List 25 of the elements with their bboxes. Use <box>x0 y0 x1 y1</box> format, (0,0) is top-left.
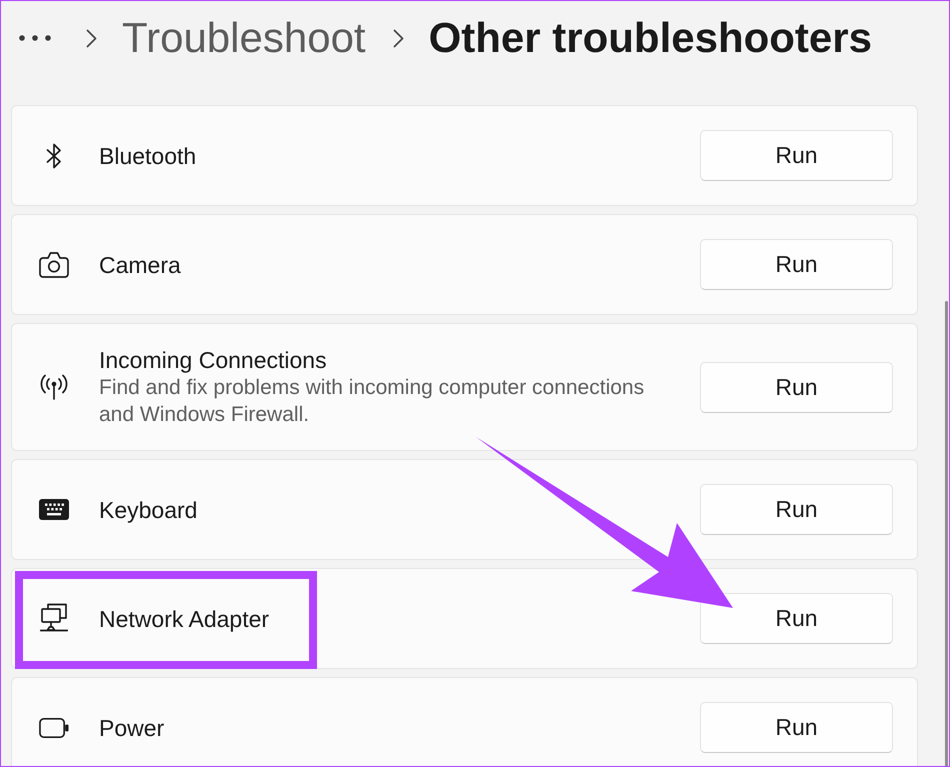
troubleshooter-title: Bluetooth <box>99 142 196 170</box>
run-button[interactable]: Run <box>700 239 893 290</box>
battery-icon <box>39 716 69 738</box>
troubleshooter-description: Find and fix problems with incoming computer connections and Windows Firewall. <box>99 375 646 428</box>
keyboard-icon <box>39 499 69 520</box>
troubleshooter-title: Keyboard <box>99 496 198 524</box>
run-button[interactable]: Run <box>700 130 893 181</box>
camera-icon <box>39 251 69 278</box>
bluetooth-icon <box>45 140 63 170</box>
antenna-icon <box>39 374 69 400</box>
troubleshooter-title: Incoming Connections <box>99 346 328 374</box>
chevron-icon <box>86 28 97 48</box>
run-button[interactable]: Run <box>700 484 893 535</box>
page-title: Other troubleshooters <box>428 12 872 63</box>
chevron-icon <box>392 28 404 48</box>
run-button[interactable]: Run <box>700 593 893 644</box>
troubleshooter-title: Camera <box>99 250 181 278</box>
breadcrumb-link[interactable]: Troubleshoot <box>122 12 366 64</box>
scrollbar-thumb[interactable] <box>945 301 948 766</box>
run-button[interactable]: Run <box>700 702 893 753</box>
more-icon[interactable] <box>19 35 51 41</box>
troubleshooter-title: Power <box>99 714 164 742</box>
networked-computer-icon <box>40 603 68 634</box>
run-button[interactable]: Run <box>700 362 893 412</box>
troubleshooter-title: Network Adapter <box>99 604 270 632</box>
